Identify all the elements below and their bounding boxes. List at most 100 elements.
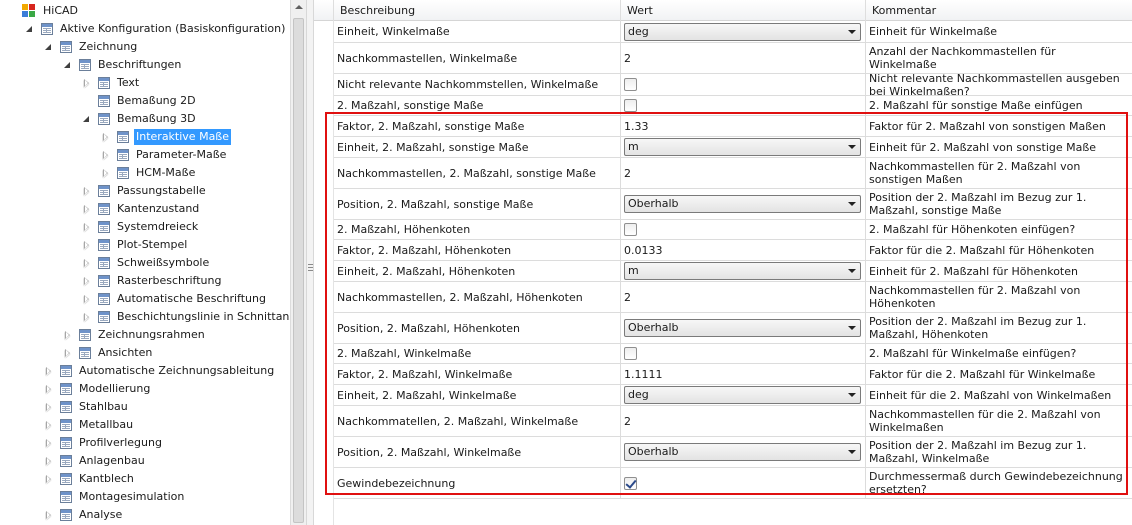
expand-arrow-icon[interactable] (82, 78, 91, 88)
tree-item-montagesimulation[interactable]: Montagesimulation (44, 488, 186, 506)
grid-row[interactable]: 2. Maßzahl, Winkelmaße 2. Maßzahl für Win… (334, 344, 1132, 364)
value-checkbox[interactable] (624, 99, 637, 112)
row-value-cell[interactable] (621, 96, 866, 115)
row-value-cell[interactable]: deg (621, 21, 866, 42)
tree-item-zeichnung[interactable]: Zeichnung (44, 38, 139, 56)
expand-arrow-icon[interactable] (44, 474, 53, 484)
value-checkbox[interactable] (624, 78, 637, 91)
row-value-cell[interactable]: Oberhalb (621, 313, 866, 343)
expand-arrow-icon[interactable] (63, 330, 72, 340)
grid-row[interactable]: 2. Maßzahl, sonstige Maße 2. Maßzahl für … (334, 96, 1132, 116)
row-value-cell[interactable]: m (621, 137, 866, 157)
tree-item-hicad[interactable]: HiCAD (6, 2, 80, 20)
value-dropdown[interactable]: Oberhalb (624, 195, 861, 213)
row-value-cell[interactable]: m (621, 261, 866, 281)
tree-item-rasterbeschriftung[interactable]: Rasterbeschriftung (82, 272, 223, 290)
grid-row[interactable]: Einheit, Winkelmaße deg Einheit für Winkel… (334, 21, 1132, 43)
tree-item-schweisssymbole[interactable]: Schweißsymbole (82, 254, 211, 272)
row-value-cell[interactable] (621, 74, 866, 95)
grid-row[interactable]: Position, 2. Maßzahl, Höhenkoten Oberhalb… (334, 313, 1132, 344)
dropdown-arrow-icon[interactable] (848, 202, 856, 206)
row-value-cell[interactable] (621, 220, 866, 239)
expand-arrow-icon[interactable] (82, 204, 91, 214)
tree-item-text[interactable]: Text (82, 74, 141, 92)
column-header-value[interactable]: Wert (621, 0, 866, 21)
expand-arrow-icon[interactable] (82, 186, 91, 196)
grid-row[interactable]: Position, 2. Maßzahl, Winkelmaße Oberhalb… (334, 437, 1132, 468)
expand-arrow-icon[interactable] (44, 420, 53, 430)
row-value-cell[interactable] (621, 344, 866, 363)
row-value-cell[interactable]: 1.33 (621, 116, 866, 136)
tree-item-stahlbau[interactable]: Stahlbau (44, 398, 130, 416)
tree-item-plot-stempel[interactable]: Plot-Stempel (82, 236, 189, 254)
expand-arrow-icon[interactable] (44, 402, 53, 412)
value-dropdown[interactable]: deg (624, 22, 861, 41)
tree-scrollbar[interactable] (290, 0, 306, 525)
tree-item-kantenzustand[interactable]: Kantenzustand (82, 200, 201, 218)
column-header-comment[interactable]: Kommentar (866, 0, 1132, 21)
grid-row[interactable]: Gewindebezeichnung Durchmessermaß durch G… (334, 468, 1132, 499)
row-value-cell[interactable] (621, 468, 866, 498)
tree-item-ansichten[interactable]: Ansichten (63, 344, 154, 362)
expand-arrow-icon[interactable] (44, 384, 53, 394)
dropdown-arrow-icon[interactable] (848, 326, 856, 330)
collapse-arrow-icon[interactable] (63, 61, 72, 70)
tree-item-automatische-beschriftung[interactable]: Automatische Beschriftung (82, 290, 268, 308)
grid-row[interactable]: Faktor, 2. Maßzahl, sonstige Maße 1.33 Fak… (334, 116, 1132, 137)
value-text[interactable]: 1.33 (624, 120, 649, 133)
scroll-up-arrow-icon[interactable] (295, 5, 303, 9)
value-checkbox[interactable] (624, 347, 637, 360)
expand-arrow-icon[interactable] (44, 456, 53, 466)
tree-item-zeichnungsrahmen[interactable]: Zeichnungsrahmen (63, 326, 207, 344)
tree-item-automatische-zeichnungsableitung[interactable]: Automatische Zeichnungsableitung (44, 362, 276, 380)
grid-row[interactable]: Nachkommastellen, 2. Maßzahl, sonstige M… (334, 158, 1132, 189)
config-tree[interactable]: HiCAD Aktive Konfiguration (Basiskonfigur… (0, 0, 290, 525)
expand-arrow-icon[interactable] (101, 168, 110, 178)
value-text[interactable]: 2 (624, 52, 631, 65)
row-value-cell[interactable]: 1.1111 (621, 364, 866, 384)
expand-arrow-icon[interactable] (101, 132, 110, 142)
value-dropdown[interactable]: m (624, 138, 861, 156)
grid-row[interactable]: Einheit, 2. Maßzahl, Höhenkoten m Einheit … (334, 261, 1132, 282)
tree-item-parameter-masse[interactable]: Parameter-Maße (101, 146, 228, 164)
grid-row[interactable]: Nachkommatellen, 2. Maßzahl, Winkelmaße 2… (334, 406, 1132, 437)
row-value-cell[interactable]: 2 (621, 406, 866, 436)
expand-arrow-icon[interactable] (44, 510, 53, 520)
tree-scrollbar-thumb[interactable] (293, 18, 304, 523)
dropdown-arrow-icon[interactable] (848, 29, 856, 34)
value-checkbox[interactable] (624, 476, 637, 490)
expand-arrow-icon[interactable] (82, 294, 91, 304)
row-value-cell[interactable]: 2 (621, 158, 866, 188)
tree-item-beschriftungen[interactable]: Beschriftungen (63, 56, 183, 74)
expand-arrow-icon[interactable] (63, 348, 72, 358)
value-text[interactable]: 0.0133 (624, 244, 663, 257)
value-checkbox[interactable] (624, 223, 637, 236)
dropdown-arrow-icon[interactable] (848, 393, 856, 397)
tree-item-profilverlegung[interactable]: Profilverlegung (44, 434, 164, 452)
grid-row[interactable]: Einheit, 2. Maßzahl, sonstige Maße m Einhe… (334, 137, 1132, 158)
tree-item-interaktive-masse[interactable]: Interaktive Maße (101, 128, 232, 146)
tree-item-bemassung-3d[interactable]: Bemaßung 3D (82, 110, 198, 128)
tree-item-passungstabelle[interactable]: Passungstabelle (82, 182, 208, 200)
expand-arrow-icon[interactable] (82, 240, 91, 250)
tree-item-metallbau[interactable]: Metallbau (44, 416, 135, 434)
expand-arrow-icon[interactable] (82, 312, 91, 322)
row-value-cell[interactable]: Oberhalb (621, 437, 866, 467)
expand-arrow-icon[interactable] (44, 366, 53, 376)
tree-item-aktive-konfiguration[interactable]: Aktive Konfiguration (Basiskonfiguration… (25, 20, 287, 38)
collapse-arrow-icon[interactable] (44, 43, 53, 52)
row-value-cell[interactable]: 2 (621, 43, 866, 73)
grid-row[interactable]: Nicht relevante Nachkommstellen, Winkelm… (334, 74, 1132, 96)
pane-splitter[interactable] (306, 0, 314, 525)
value-dropdown[interactable]: Oberhalb (624, 443, 861, 461)
value-text[interactable]: 2 (624, 291, 631, 304)
grid-row[interactable]: Nachkommastellen, 2. Maßzahl, Höhenkoten… (334, 282, 1132, 313)
value-dropdown[interactable]: deg (624, 386, 861, 404)
column-header-description[interactable]: Beschreibung (334, 0, 621, 21)
value-dropdown[interactable]: m (624, 262, 861, 280)
row-value-cell[interactable]: 2 (621, 282, 866, 312)
value-text[interactable]: 2 (624, 415, 631, 428)
dropdown-arrow-icon[interactable] (848, 450, 856, 454)
grid-row[interactable]: Faktor, 2. Maßzahl, Höhenkoten 0.0133 Fakt… (334, 240, 1132, 261)
expand-arrow-icon[interactable] (82, 276, 91, 286)
